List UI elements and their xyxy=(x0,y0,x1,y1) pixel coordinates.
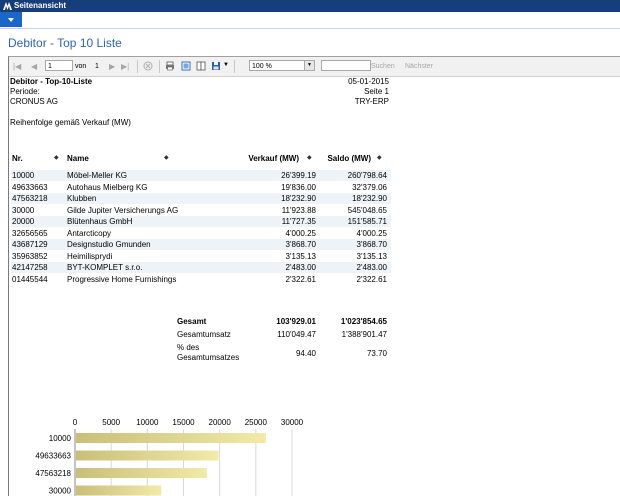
ribbon xyxy=(0,12,620,29)
x-tick-label: 10000 xyxy=(136,418,159,427)
sales-bar-chart: 0 5000 10000 15000 20000 25000 30000 10000 49633… xyxy=(35,418,304,496)
bar xyxy=(76,485,162,496)
bar xyxy=(76,468,207,478)
page-title: Debitor - Top 10 Liste xyxy=(8,36,122,50)
x-tick-label: 30000 xyxy=(281,418,304,427)
report-viewer: |◀ ◀ 1 von 1 ▶ ▶| ▼ 100 % ▼ Suchen Nächs… xyxy=(8,56,620,496)
window-title: Seitenansicht xyxy=(14,1,67,10)
x-tick-label: 0 xyxy=(73,418,78,427)
x-tick-label: 15000 xyxy=(172,418,195,427)
y-category-label: 49633663 xyxy=(35,452,71,461)
bar xyxy=(76,433,266,443)
application-menu-button[interactable] xyxy=(0,12,22,27)
chevron-down-icon xyxy=(8,18,14,22)
window-titlebar: Seitenansicht xyxy=(0,0,620,12)
y-category-label: 10000 xyxy=(49,434,72,443)
app-logo-icon xyxy=(3,2,12,10)
bar xyxy=(76,450,219,461)
x-tick-label: 20000 xyxy=(209,418,232,427)
x-tick-label: 5000 xyxy=(102,418,120,427)
x-tick-label: 25000 xyxy=(245,418,268,427)
y-category-label: 47563218 xyxy=(35,469,71,478)
y-category-label: 30000 xyxy=(49,487,72,496)
